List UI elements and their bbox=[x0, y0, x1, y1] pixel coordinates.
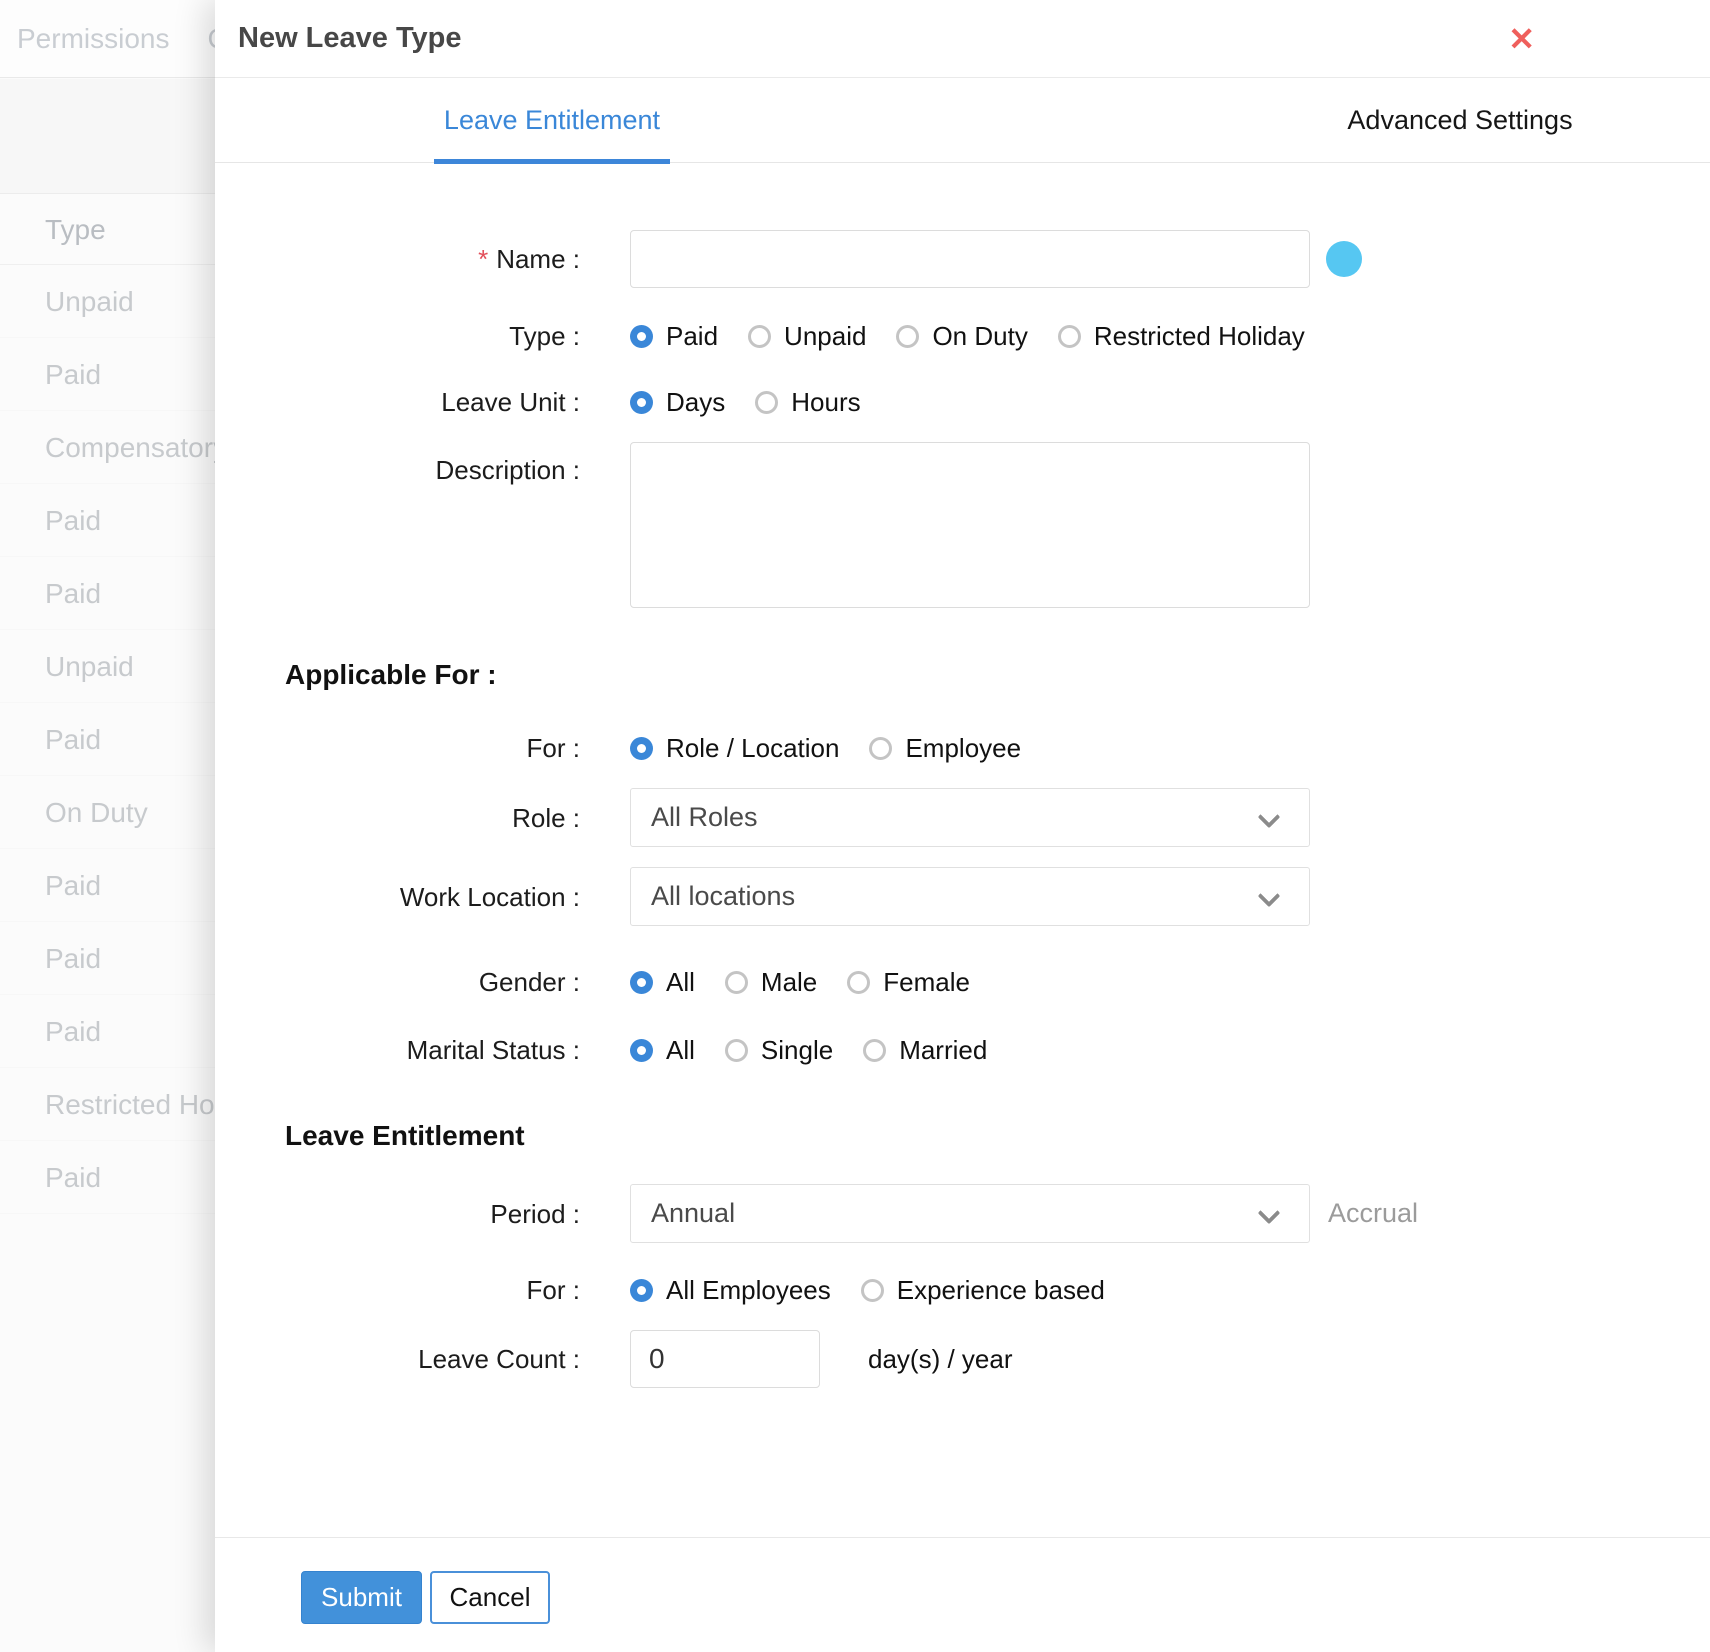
radio-unit-hours[interactable]: Hours bbox=[755, 387, 860, 418]
role-label: Role : bbox=[285, 802, 580, 834]
radio-selected-icon bbox=[630, 1279, 653, 1302]
radio-icon bbox=[748, 325, 771, 348]
name-row: *Name : bbox=[285, 230, 1710, 288]
radio-icon bbox=[861, 1279, 884, 1302]
cancel-button[interactable]: Cancel bbox=[430, 1571, 550, 1624]
radio-type-unpaid[interactable]: Unpaid bbox=[748, 321, 866, 352]
work-location-row: Work Location : All locations bbox=[285, 867, 1710, 926]
for-label: For : bbox=[285, 732, 580, 764]
leave-count-label: Leave Count : bbox=[285, 1343, 580, 1375]
leave-unit-label: Leave Unit : bbox=[285, 386, 580, 418]
radio-unit-days[interactable]: Days bbox=[630, 387, 725, 418]
radio-selected-icon bbox=[630, 737, 653, 760]
radio-icon bbox=[847, 971, 870, 994]
radio-selected-icon bbox=[630, 1039, 653, 1062]
tab-label: Advanced Settings bbox=[1347, 105, 1572, 136]
chevron-down-icon bbox=[1258, 806, 1281, 829]
leave-count-row: Leave Count : day(s) / year bbox=[285, 1330, 1710, 1388]
radio-for-experience-based[interactable]: Experience based bbox=[861, 1275, 1105, 1306]
role-row: Role : All Roles bbox=[285, 788, 1710, 847]
type-label: Type : bbox=[285, 320, 580, 352]
dialog-tabbar: Leave Entitlement Advanced Settings bbox=[215, 78, 1710, 163]
role-select[interactable]: All Roles bbox=[630, 788, 1310, 847]
radio-marital-single[interactable]: Single bbox=[725, 1035, 833, 1066]
tab-label: Leave Entitlement bbox=[444, 105, 660, 136]
gender-row: Gender : All Male Female bbox=[285, 966, 1710, 998]
dialog-header: New Leave Type ✕ bbox=[215, 0, 1710, 78]
radio-gender-female[interactable]: Female bbox=[847, 967, 970, 998]
leave-color-picker-dot[interactable] bbox=[1326, 241, 1362, 277]
leave-entitlement-heading: Leave Entitlement bbox=[215, 1120, 1710, 1152]
radio-type-on-duty[interactable]: On Duty bbox=[896, 321, 1027, 352]
radio-icon bbox=[725, 971, 748, 994]
leave-count-input[interactable] bbox=[630, 1330, 820, 1388]
required-asterisk: * bbox=[478, 244, 488, 274]
leave-count-unit: day(s) / year bbox=[868, 1344, 1013, 1375]
type-row: Type : Paid Unpaid On Duty Restricted Ho… bbox=[285, 320, 1710, 352]
close-icon[interactable]: ✕ bbox=[1508, 23, 1535, 55]
radio-type-restricted-holiday[interactable]: Restricted Holiday bbox=[1058, 321, 1305, 352]
radio-gender-all[interactable]: All bbox=[630, 967, 695, 998]
radio-icon bbox=[863, 1039, 886, 1062]
tab-advanced-settings[interactable]: Advanced Settings bbox=[1345, 78, 1575, 163]
work-location-label: Work Location : bbox=[285, 881, 580, 913]
chevron-down-icon bbox=[1258, 1202, 1281, 1225]
submit-button[interactable]: Submit bbox=[301, 1571, 422, 1624]
name-label: *Name : bbox=[285, 243, 580, 275]
gender-label: Gender : bbox=[285, 966, 580, 998]
radio-type-paid[interactable]: Paid bbox=[630, 321, 718, 352]
applicable-for-heading: Applicable For : bbox=[215, 659, 1710, 691]
entitlement-for-row: For : All Employees Experience based bbox=[285, 1274, 1710, 1306]
work-location-select[interactable]: All locations bbox=[630, 867, 1310, 926]
description-row: Description : bbox=[285, 442, 1710, 608]
period-row: Period : Annual Accrual bbox=[285, 1184, 1710, 1243]
marital-status-label: Marital Status : bbox=[285, 1034, 580, 1066]
dialog-footer: Submit Cancel bbox=[215, 1537, 1710, 1652]
tab-leave-entitlement[interactable]: Leave Entitlement bbox=[434, 78, 670, 163]
description-label: Description : bbox=[285, 442, 580, 608]
radio-icon bbox=[755, 391, 778, 414]
marital-status-row: Marital Status : All Single Married bbox=[285, 1034, 1710, 1066]
radio-for-all-employees[interactable]: All Employees bbox=[630, 1275, 831, 1306]
radio-selected-icon bbox=[630, 325, 653, 348]
leave-unit-row: Leave Unit : Days Hours bbox=[285, 386, 1710, 418]
for-label: For : bbox=[285, 1274, 580, 1306]
active-tab-underline bbox=[434, 159, 670, 164]
dialog-title: New Leave Type bbox=[238, 22, 462, 55]
new-leave-type-dialog: New Leave Type ✕ Leave Entitlement Advan… bbox=[215, 0, 1710, 1652]
period-label: Period : bbox=[285, 1198, 580, 1230]
radio-icon bbox=[896, 325, 919, 348]
radio-for-role-location[interactable]: Role / Location bbox=[630, 733, 839, 764]
radio-gender-male[interactable]: Male bbox=[725, 967, 817, 998]
radio-icon bbox=[869, 737, 892, 760]
name-input[interactable] bbox=[630, 230, 1310, 288]
period-select[interactable]: Annual bbox=[630, 1184, 1310, 1243]
radio-for-employee[interactable]: Employee bbox=[869, 733, 1021, 764]
radio-icon bbox=[1058, 325, 1081, 348]
chevron-down-icon bbox=[1258, 885, 1281, 908]
radio-selected-icon bbox=[630, 971, 653, 994]
description-textarea[interactable] bbox=[630, 442, 1310, 608]
radio-marital-all[interactable]: All bbox=[630, 1035, 695, 1066]
dialog-form: *Name : Type : Paid Unpaid bbox=[215, 230, 1710, 1388]
tab-permissions: Permissions bbox=[17, 23, 169, 55]
accrual-link[interactable]: Accrual bbox=[1328, 1198, 1418, 1229]
radio-selected-icon bbox=[630, 391, 653, 414]
radio-icon bbox=[725, 1039, 748, 1062]
radio-marital-married[interactable]: Married bbox=[863, 1035, 987, 1066]
applicable-for-row: For : Role / Location Employee bbox=[285, 732, 1710, 764]
